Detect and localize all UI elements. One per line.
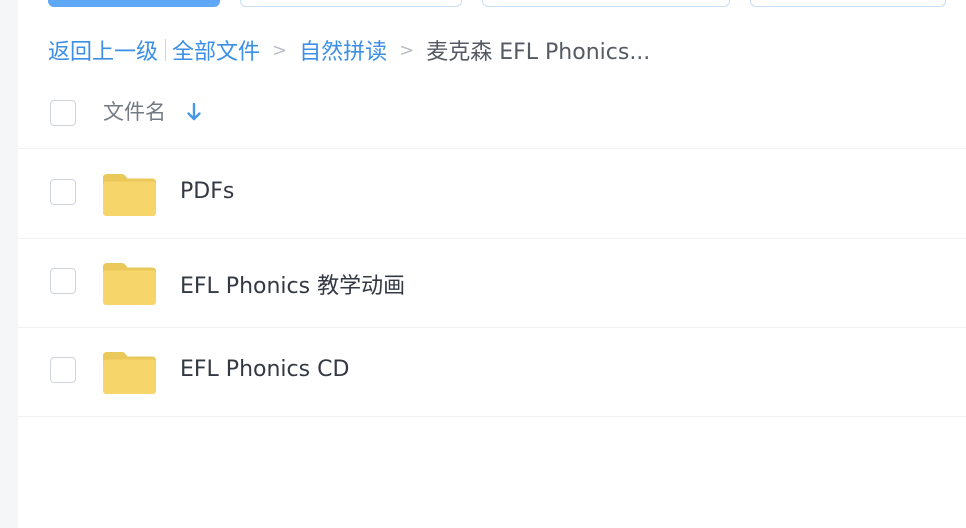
breadcrumb-divider xyxy=(165,39,167,61)
row-checkbox[interactable] xyxy=(50,268,76,294)
folder-icon xyxy=(103,263,156,305)
row-checkbox[interactable] xyxy=(50,179,76,205)
toolbar-primary-button[interactable] xyxy=(48,0,220,7)
toolbar-button-2[interactable] xyxy=(240,0,462,7)
file-row[interactable]: PDFs xyxy=(18,149,966,239)
folder-icon xyxy=(103,174,156,216)
select-all-checkbox[interactable] xyxy=(50,100,76,126)
file-row[interactable]: EFL Phonics 教学动画 xyxy=(18,238,966,328)
arrow-down-icon[interactable] xyxy=(186,101,202,123)
column-header-filename[interactable]: 文件名 xyxy=(103,96,166,126)
file-name[interactable]: EFL Phonics 教学动画 xyxy=(180,268,405,300)
breadcrumb: 返回上一级 全部文件 > 自然拼读 > 麦克森 EFL Phonics... xyxy=(48,34,650,66)
breadcrumb-back-link[interactable]: 返回上一级 xyxy=(48,34,158,66)
file-row[interactable]: EFL Phonics CD xyxy=(18,327,966,417)
left-sidebar-edge xyxy=(0,0,18,528)
breadcrumb-all-files-link[interactable]: 全部文件 xyxy=(172,34,260,66)
row-checkbox[interactable] xyxy=(50,357,76,383)
breadcrumb-separator: > xyxy=(272,39,288,61)
file-name[interactable]: PDFs xyxy=(180,179,234,204)
breadcrumb-separator: > xyxy=(399,39,415,61)
breadcrumb-current: 麦克森 EFL Phonics... xyxy=(426,40,651,65)
file-name[interactable]: EFL Phonics CD xyxy=(180,357,349,382)
toolbar-button-3[interactable] xyxy=(482,0,730,7)
breadcrumb-level1-link[interactable]: 自然拼读 xyxy=(299,34,387,66)
file-list-header: 文件名 xyxy=(18,78,966,149)
file-browser-page: 返回上一级 全部文件 > 自然拼读 > 麦克森 EFL Phonics... 文… xyxy=(0,0,966,528)
toolbar-button-4[interactable] xyxy=(750,0,946,7)
folder-icon xyxy=(103,352,156,394)
